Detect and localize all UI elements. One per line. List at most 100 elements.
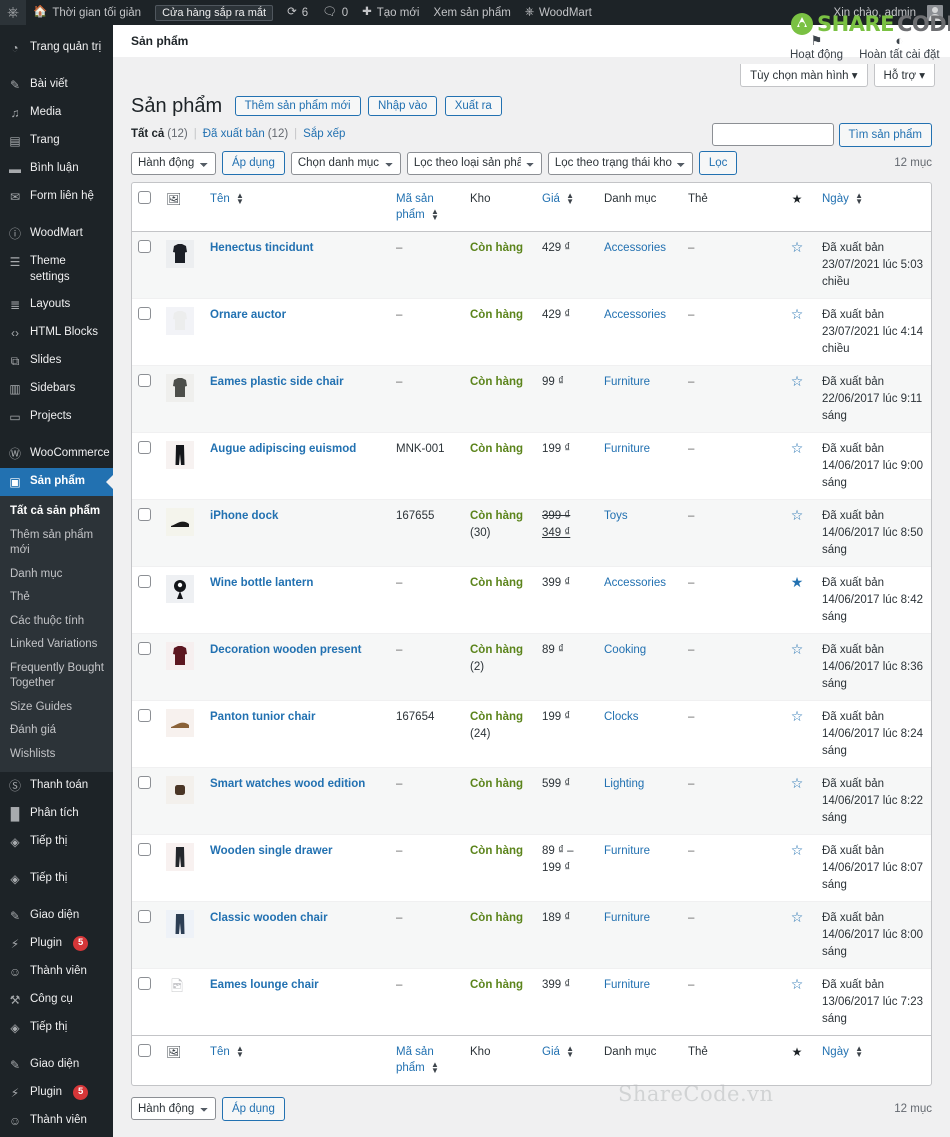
table-row[interactable]: Ornare auctor – Còn hàng 429 ₫ Accessories – Đ… (132, 298, 931, 366)
sort-by-name[interactable]: Tên (210, 193, 230, 205)
sort-by-price[interactable]: Giá (542, 193, 560, 205)
product-name-link[interactable]: Ornare auctor (210, 309, 286, 321)
sidebar-item-th-nh-vi-n[interactable]: ☺ Thành viên (0, 958, 113, 986)
featured-star-toggle[interactable] (791, 306, 804, 322)
product-name-link[interactable]: Wine bottle lantern (210, 577, 313, 589)
sort-by-date[interactable]: Ngày (822, 193, 849, 205)
sidebar-item-th-nh-vi-n[interactable]: ☺ Thành viên (0, 1107, 113, 1135)
sidebar-item-c-ng-c[interactable]: ⚒ Công cụ (0, 986, 113, 1014)
sort-by-sku[interactable]: Mã sản phẩm (396, 193, 434, 221)
featured-star-toggle[interactable] (791, 976, 804, 992)
setup-progress-button[interactable]: ◐ Hoàn tất cài đặt (859, 33, 940, 61)
product-category-link[interactable]: Furniture (604, 443, 650, 455)
product-name-link[interactable]: Eames lounge chair (210, 979, 319, 991)
apply-button-top[interactable]: Áp dụng (222, 150, 285, 176)
submenu-item-th[interactable]: Thẻ (0, 586, 113, 610)
screen-options-button[interactable]: Tùy chọn màn hình ▾ (740, 64, 868, 87)
sidebar-item-b-nh-lu-n[interactable]: ▬ Bình luận (0, 155, 113, 183)
row-checkbox[interactable] (138, 240, 151, 254)
sidebar-item-woodmart[interactable]: ⓘ WoodMart (0, 220, 113, 248)
product-category-link[interactable]: Accessories (604, 309, 666, 321)
product-name-link[interactable]: Panton tunior chair (210, 711, 315, 723)
featured-star-toggle[interactable] (791, 775, 804, 791)
wp-logo-menu[interactable]: ⎈ (0, 0, 27, 25)
product-category-link[interactable]: Accessories (604, 242, 666, 254)
submenu-item-size-guides[interactable]: Size Guides (0, 696, 113, 720)
product-category-link[interactable]: Clocks (604, 711, 639, 723)
site-name-menu[interactable]: 🏠 Thời gian tối giản (26, 0, 148, 25)
sidebar-item-ph-n-t-ch[interactable]: █ Phân tích (0, 800, 113, 828)
featured-star-toggle[interactable] (791, 373, 804, 389)
sidebar-item-plugin[interactable]: ⚡ Plugin 5 (0, 1079, 113, 1107)
product-category-link[interactable]: Furniture (604, 845, 650, 857)
stock-status-filter-select[interactable]: Lọc theo trạng thái kho (547, 151, 693, 175)
row-checkbox[interactable] (138, 709, 151, 723)
sidebar-item-slides[interactable]: ⧉ Slides (0, 347, 113, 375)
export-button[interactable]: Xuất ra (444, 96, 502, 116)
table-row[interactable]: Classic wooden chair – Còn hàng 189 ₫ Furnit… (132, 901, 931, 969)
table-row[interactable]: Henectus tincidunt – Còn hàng 429 ₫ Accessor… (132, 232, 931, 299)
row-checkbox[interactable] (138, 910, 151, 924)
table-row[interactable]: Eames plastic side chair – Còn hàng 99 ₫ Fur… (132, 365, 931, 433)
table-row[interactable]: Panton tunior chair 167654 Còn hàng (24) 19… (132, 700, 931, 768)
sidebar-item-giao-di-n[interactable]: ✎ Giao diện (0, 902, 113, 930)
featured-star-toggle[interactable] (791, 708, 804, 724)
category-filter-select[interactable]: Chọn danh mục (290, 151, 401, 175)
sidebar-item-woocommerce[interactable]: Ⓦ WooCommerce (0, 440, 113, 468)
sidebar-item-layouts[interactable]: ≣ Layouts (0, 291, 113, 319)
product-name-link[interactable]: Wooden single drawer (210, 845, 332, 857)
sidebar-item-plugin[interactable]: ⚡ Plugin 5 (0, 930, 113, 958)
view-filter-link[interactable]: Sắp xếp (303, 128, 345, 140)
featured-star-toggle[interactable] (791, 842, 804, 858)
featured-star-toggle[interactable] (791, 440, 804, 456)
table-row[interactable]: Decoration wooden present – Còn hàng (2) 89… (132, 633, 931, 701)
featured-star-toggle[interactable] (791, 641, 804, 657)
row-checkbox[interactable] (138, 374, 151, 388)
featured-star-toggle[interactable] (791, 909, 804, 925)
featured-star-toggle[interactable] (791, 507, 804, 523)
table-row[interactable]: iPhone dock 167655 Còn hàng (30) 399 ₫ 349 ₫… (132, 499, 931, 567)
row-checkbox[interactable] (138, 307, 151, 321)
sidebar-item-ti-p-th[interactable]: ◈ Tiếp thị (0, 1014, 113, 1042)
sidebar-item-trang-qu-n-tr[interactable]: ◔ Trang quản trị (0, 34, 113, 62)
add-new-product-button[interactable]: Thêm sản phẩm mới (234, 96, 361, 116)
view-filter-link[interactable]: Tất cả (131, 128, 164, 140)
sidebar-item-media[interactable]: ♫ Media (0, 99, 113, 127)
submenu-item-th-m-s-n-ph-m-m-i[interactable]: Thêm sản phẩm mới (0, 524, 113, 563)
sidebar-item-thanh-to-n[interactable]: Ⓢ Thanh toán (0, 772, 113, 800)
featured-star-toggle[interactable] (791, 574, 804, 590)
view-products-menu[interactable]: Xem sản phẩm (426, 0, 517, 25)
sidebar-item-form-li-n-h[interactable]: ✉ Form liên hệ (0, 183, 113, 211)
help-button[interactable]: Hỗ trợ ▾ (873, 64, 935, 87)
new-content-menu[interactable]: ✚ Tạo mới (355, 0, 426, 25)
sort-by-sku-footer[interactable]: Mã sản phẩm (396, 1046, 434, 1074)
sort-by-name-footer[interactable]: Tên (210, 1046, 230, 1058)
row-checkbox[interactable] (138, 575, 151, 589)
bulk-action-select-top[interactable]: Hành động (131, 151, 216, 175)
row-checkbox[interactable] (138, 642, 151, 656)
product-name-link[interactable]: Classic wooden chair (210, 912, 328, 924)
search-input[interactable] (711, 123, 834, 146)
sidebar-item-b-i-vi-t[interactable]: ✎ Bài viết (0, 71, 113, 99)
select-all-checkbox[interactable] (138, 191, 151, 204)
submenu-item-wishlists[interactable]: Wishlists (0, 743, 113, 767)
my-account-menu[interactable]: Xin chào, admin (827, 0, 950, 25)
submenu-item-c-c-thu-c-t-nh[interactable]: Các thuộc tính (0, 610, 113, 634)
sort-by-price-footer[interactable]: Giá (542, 1046, 560, 1058)
submenu-item-t-t-c-s-n-ph-m[interactable]: Tất cả sản phẩm (0, 500, 113, 524)
product-category-link[interactable]: Furniture (604, 912, 650, 924)
sidebar-item-s-n-ph-m[interactable]: ▣ Sản phẩm (0, 468, 113, 497)
sort-by-date-footer[interactable]: Ngày (822, 1046, 849, 1058)
product-name-link[interactable]: Smart watches wood edition (210, 778, 365, 790)
search-button[interactable]: Tìm sản phẩm (838, 123, 932, 148)
coming-soon-badge-wrap[interactable]: Cửa hàng sắp ra mắt (148, 0, 280, 25)
sidebar-item-theme-settings[interactable]: ☰ Theme settings (0, 248, 113, 291)
submenu-item-danh-m-c[interactable]: Danh mục (0, 563, 113, 587)
product-category-link[interactable]: Lighting (604, 778, 644, 790)
row-checkbox[interactable] (138, 508, 151, 522)
product-name-link[interactable]: Henectus tincidunt (210, 242, 314, 254)
submenu-item-linked-variations[interactable]: Linked Variations (0, 633, 113, 657)
woodmart-menu[interactable]: ⎈ WoodMart (518, 0, 599, 25)
apply-button-bottom[interactable]: Áp dụng (222, 1096, 285, 1121)
sidebar-item-ti-p-th[interactable]: ◈ Tiếp thị (0, 828, 113, 856)
